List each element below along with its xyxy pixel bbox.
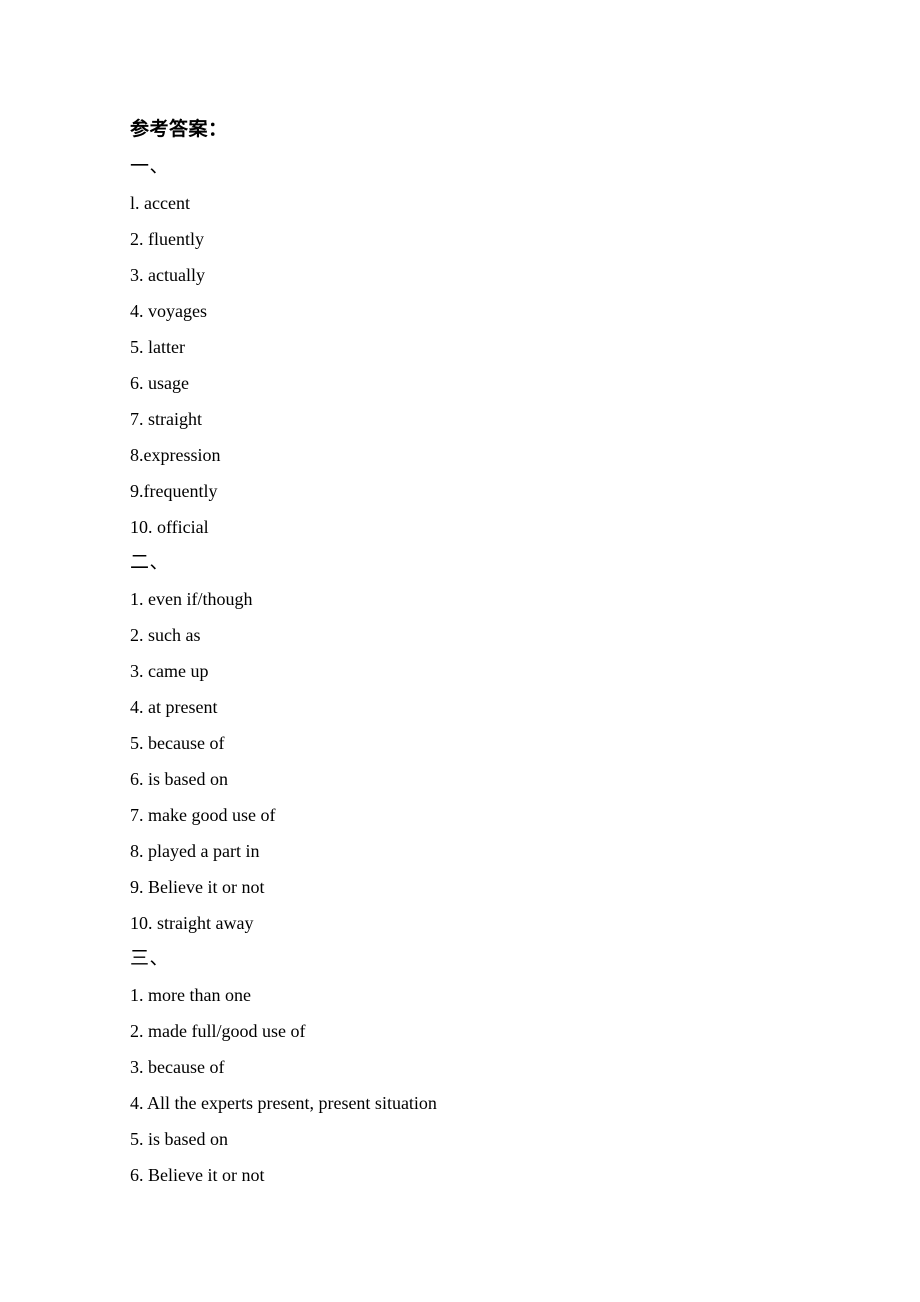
answer-item: 3. came up [130, 661, 209, 681]
answer-item: 1. even if/though [130, 589, 253, 609]
answer-item: 2. such as [130, 625, 201, 645]
document-page: 参考答案： 一、 l. accent 2. fluently 3. actual… [0, 0, 920, 1302]
answer-item: 4. All the experts present, present situ… [130, 1093, 437, 1113]
answer-item: 9.frequently [130, 481, 218, 501]
answer-item: l. accent [130, 193, 190, 213]
answer-item: 4. at present [130, 697, 218, 717]
answer-item: 9. Believe it or not [130, 877, 265, 897]
section-marker-1: 一、 [130, 156, 170, 177]
answer-item: 3. actually [130, 265, 205, 285]
answer-item: 10. straight away [130, 913, 254, 933]
section-marker-2: 二、 [130, 552, 170, 573]
answer-item: 6. Believe it or not [130, 1165, 265, 1185]
document-body: 参考答案： 一、 l. accent 2. fluently 3. actual… [130, 112, 830, 1193]
answer-item: 1. more than one [130, 985, 251, 1005]
answer-item: 8.expression [130, 445, 221, 465]
answer-item: 10. official [130, 517, 209, 537]
answer-item: 3. because of [130, 1057, 225, 1077]
answer-item: 2. fluently [130, 229, 204, 249]
answer-item: 5. latter [130, 337, 185, 357]
answer-list-section-2: 1. even if/though 2. such as 3. came up … [130, 581, 830, 941]
answer-item: 7. straight [130, 409, 202, 429]
answer-item: 5. is based on [130, 1129, 228, 1149]
section-marker-3: 三、 [130, 948, 170, 969]
answer-item: 4. voyages [130, 301, 207, 321]
page-title: 参考答案： [130, 119, 228, 140]
answer-list-section-1: l. accent 2. fluently 3. actually 4. voy… [130, 185, 830, 545]
answer-item: 5. because of [130, 733, 225, 753]
answer-item: 6. usage [130, 373, 189, 393]
answer-item: 2. made full/good use of [130, 1021, 306, 1041]
answer-item: 8. played a part in [130, 841, 260, 861]
answer-item: 6. is based on [130, 769, 228, 789]
answer-list-section-3: 1. more than one 2. made full/good use o… [130, 977, 830, 1193]
answer-item: 7. make good use of [130, 805, 276, 825]
